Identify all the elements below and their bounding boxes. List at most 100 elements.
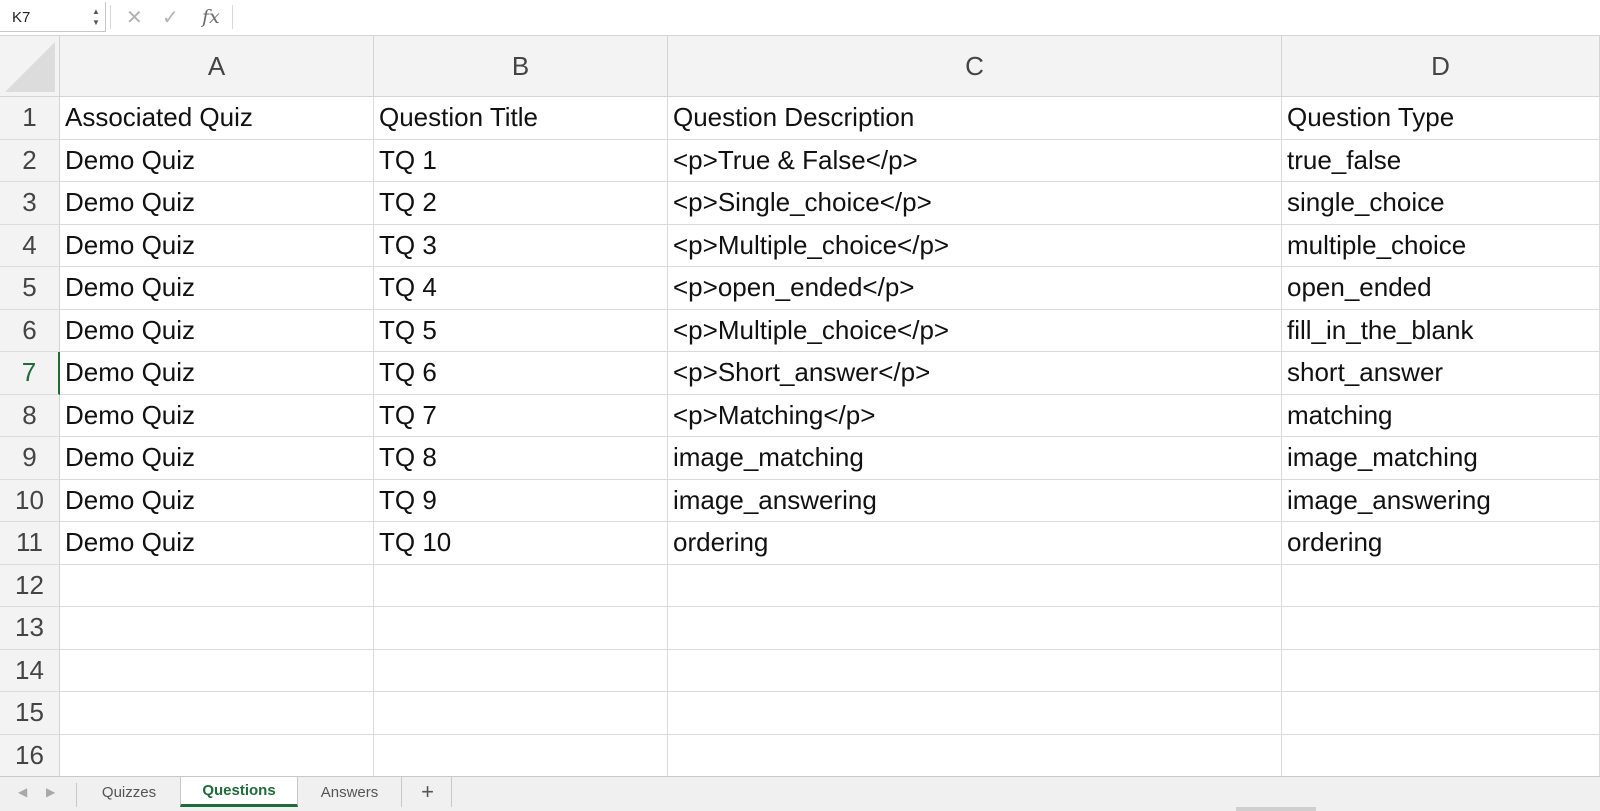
row-header-5[interactable]: 5: [0, 267, 60, 310]
cell-a9[interactable]: Demo Quiz: [60, 437, 374, 480]
row-header-7[interactable]: 7: [0, 352, 60, 395]
row-header-4[interactable]: 4: [0, 224, 60, 267]
cell-c14[interactable]: [668, 649, 1282, 692]
cell-b3[interactable]: TQ 2: [374, 182, 668, 225]
sheet-tab-answers[interactable]: Answers: [298, 777, 402, 807]
cell-a11[interactable]: Demo Quiz: [60, 522, 374, 565]
column-header-d[interactable]: D: [1282, 36, 1600, 97]
cell-a10[interactable]: Demo Quiz: [60, 479, 374, 522]
cell-a13[interactable]: [60, 607, 374, 650]
cell-b5[interactable]: TQ 4: [374, 267, 668, 310]
cell-b13[interactable]: [374, 607, 668, 650]
cell-d9[interactable]: image_matching: [1282, 437, 1600, 480]
cell-d10[interactable]: image_answering: [1282, 479, 1600, 522]
cell-d15[interactable]: [1282, 692, 1600, 735]
cell-c6[interactable]: <p>Multiple_choice</p>: [668, 309, 1282, 352]
cell-c7[interactable]: <p>Short_answer</p>: [668, 352, 1282, 395]
cell-d3[interactable]: single_choice: [1282, 182, 1600, 225]
cell-b2[interactable]: TQ 1: [374, 139, 668, 182]
confirm-icon[interactable]: ✓: [162, 5, 179, 30]
stepper-up-icon[interactable]: ▲: [91, 6, 101, 17]
row-header-3[interactable]: 3: [0, 182, 60, 225]
cell-c15[interactable]: [668, 692, 1282, 735]
cell-d14[interactable]: [1282, 649, 1600, 692]
cell-c16[interactable]: [668, 734, 1282, 776]
cell-a14[interactable]: [60, 649, 374, 692]
cell-d2[interactable]: true_false: [1282, 139, 1600, 182]
cell-c13[interactable]: [668, 607, 1282, 650]
cell-d4[interactable]: multiple_choice: [1282, 224, 1600, 267]
cell-b15[interactable]: [374, 692, 668, 735]
column-header-b[interactable]: B: [374, 36, 668, 97]
row-header-15[interactable]: 15: [0, 692, 60, 735]
cell-d8[interactable]: matching: [1282, 394, 1600, 437]
cell-a16[interactable]: [60, 734, 374, 776]
row-header-13[interactable]: 13: [0, 607, 60, 650]
cell-c10[interactable]: image_answering: [668, 479, 1282, 522]
name-box[interactable]: K7 ▲ ▼: [0, 2, 106, 32]
cell-c9[interactable]: image_matching: [668, 437, 1282, 480]
cell-b10[interactable]: TQ 9: [374, 479, 668, 522]
cell-a7[interactable]: Demo Quiz: [60, 352, 374, 395]
row-header-10[interactable]: 10: [0, 479, 60, 522]
cell-b8[interactable]: TQ 7: [374, 394, 668, 437]
column-header-a[interactable]: A: [60, 36, 374, 97]
previous-sheet-icon[interactable]: ◀: [18, 785, 27, 799]
row-header-8[interactable]: 8: [0, 394, 60, 437]
cell-a5[interactable]: Demo Quiz: [60, 267, 374, 310]
cell-c12[interactable]: [668, 564, 1282, 607]
cell-c8[interactable]: <p>Matching</p>: [668, 394, 1282, 437]
formula-input[interactable]: [240, 4, 1590, 30]
cell-a1[interactable]: Associated Quiz: [60, 97, 374, 140]
row-header-6[interactable]: 6: [0, 309, 60, 352]
cell-b16[interactable]: [374, 734, 668, 776]
cell-d12[interactable]: [1282, 564, 1600, 607]
cell-b7[interactable]: TQ 6: [374, 352, 668, 395]
cell-a8[interactable]: Demo Quiz: [60, 394, 374, 437]
cell-d11[interactable]: ordering: [1282, 522, 1600, 565]
cell-b9[interactable]: TQ 8: [374, 437, 668, 480]
cell-d16[interactable]: [1282, 734, 1600, 776]
cell-c4[interactable]: <p>Multiple_choice</p>: [668, 224, 1282, 267]
column-header-c[interactable]: C: [668, 36, 1282, 97]
select-all-corner[interactable]: [0, 36, 60, 97]
add-sheet-button[interactable]: +: [404, 777, 452, 807]
row-header-9[interactable]: 9: [0, 437, 60, 480]
row-header-12[interactable]: 12: [0, 564, 60, 607]
cell-d1[interactable]: Question Type: [1282, 97, 1600, 140]
row-header-11[interactable]: 11: [0, 522, 60, 565]
cell-c1[interactable]: Question Description: [668, 97, 1282, 140]
cell-d6[interactable]: fill_in_the_blank: [1282, 309, 1600, 352]
cell-a2[interactable]: Demo Quiz: [60, 139, 374, 182]
sheet-tab-questions[interactable]: Questions: [180, 777, 298, 807]
sheet-tab-quizzes[interactable]: Quizzes: [78, 777, 180, 807]
row-header-2[interactable]: 2: [0, 139, 60, 182]
cell-b14[interactable]: [374, 649, 668, 692]
cell-c11[interactable]: ordering: [668, 522, 1282, 565]
cell-a4[interactable]: Demo Quiz: [60, 224, 374, 267]
cell-a12[interactable]: [60, 564, 374, 607]
stepper-down-icon[interactable]: ▼: [91, 17, 101, 28]
next-sheet-icon[interactable]: ▶: [46, 785, 55, 799]
cancel-icon[interactable]: ✕: [126, 5, 143, 30]
cell-d5[interactable]: open_ended: [1282, 267, 1600, 310]
cell-d13[interactable]: [1282, 607, 1600, 650]
cell-b12[interactable]: [374, 564, 668, 607]
cell-a3[interactable]: Demo Quiz: [60, 182, 374, 225]
horizontal-scrollbar-thumb[interactable]: [1236, 807, 1316, 811]
cell-b6[interactable]: TQ 5: [374, 309, 668, 352]
cell-c3[interactable]: <p>Single_choice</p>: [668, 182, 1282, 225]
row-header-1[interactable]: 1: [0, 97, 60, 140]
cell-d7[interactable]: short_answer: [1282, 352, 1600, 395]
cell-a6[interactable]: Demo Quiz: [60, 309, 374, 352]
cell-a15[interactable]: [60, 692, 374, 735]
cell-c5[interactable]: <p>open_ended</p>: [668, 267, 1282, 310]
row-header-16[interactable]: 16: [0, 734, 60, 776]
cell-b11[interactable]: TQ 10: [374, 522, 668, 565]
cell-b4[interactable]: TQ 3: [374, 224, 668, 267]
cell-c2[interactable]: <p>True & False</p>: [668, 139, 1282, 182]
row-header-14[interactable]: 14: [0, 649, 60, 692]
insert-function-icon[interactable]: fx: [202, 6, 220, 28]
cell-b1[interactable]: Question Title: [374, 97, 668, 140]
name-box-stepper[interactable]: ▲ ▼: [91, 6, 101, 30]
